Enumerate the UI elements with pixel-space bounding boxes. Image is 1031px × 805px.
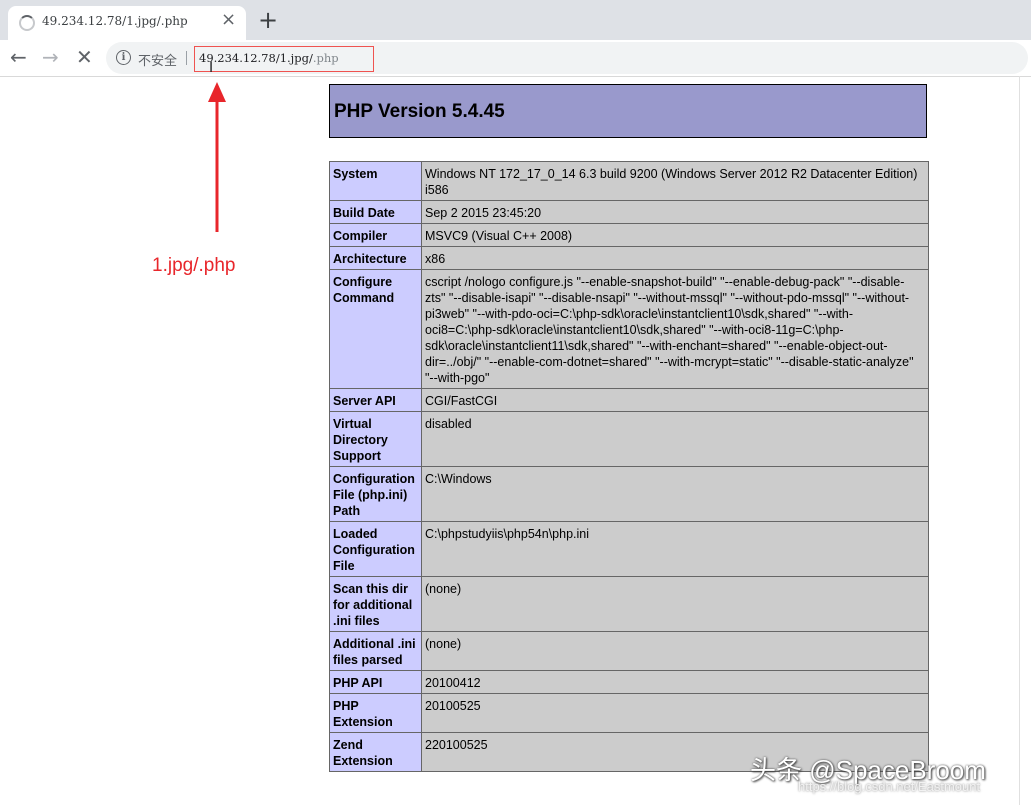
row-key: Compiler xyxy=(329,223,422,247)
table-row: Architecture x86 xyxy=(329,246,929,270)
table-row: Loaded Configuration File C:\phpstudyiis… xyxy=(329,521,929,577)
divider xyxy=(186,51,187,65)
browser-tab[interactable]: 49.234.12.78/1.jpg/.php × xyxy=(8,6,246,40)
row-value: (none) xyxy=(421,576,929,632)
row-key: Server API xyxy=(329,388,422,412)
url-host: 49.234.12.78/1.jpg/ xyxy=(199,51,313,65)
stop-loading-icon[interactable]: ✕ xyxy=(76,45,93,69)
table-row: PHP API 20100412 xyxy=(329,670,929,694)
row-value: 20100412 xyxy=(421,670,929,694)
table-row: System Windows NT 172_17_0_14 6.3 build … xyxy=(329,161,929,201)
row-key: PHP Extension xyxy=(329,693,422,733)
table-row: Additional .ini files parsed (none) xyxy=(329,631,929,671)
table-row: Build Date Sep 2 2015 23:45:20 xyxy=(329,200,929,224)
row-key: Build Date xyxy=(329,200,422,224)
row-value: Sep 2 2015 23:45:20 xyxy=(421,200,929,224)
loading-spinner-icon xyxy=(19,15,35,31)
row-key: Zend Extension xyxy=(329,732,422,772)
browser-toolbar: 49.234.12.78/1.jpg/.php × + ← → ✕ i 不安全 … xyxy=(0,0,1031,77)
security-status[interactable]: 不安全 xyxy=(138,50,177,69)
annotation-label: 1.jpg/.php xyxy=(152,255,236,276)
row-key: Configuration File (php.ini) Path xyxy=(329,466,422,522)
info-icon[interactable]: i xyxy=(116,50,131,65)
row-key: Loaded Configuration File xyxy=(329,521,422,577)
table-row: Virtual Directory Support disabled xyxy=(329,411,929,467)
scrollbar-track[interactable] xyxy=(1019,76,1020,805)
table-row: PHP Extension 20100525 xyxy=(329,693,929,733)
row-value: C:\phpstudyiis\php54n\php.ini xyxy=(421,521,929,577)
row-key: Virtual Directory Support xyxy=(329,411,422,467)
php-version-header: PHP Version 5.4.45 xyxy=(329,84,927,138)
row-key: Additional .ini files parsed xyxy=(329,631,422,671)
watermark-url: https://blog.csdn.net/Eastmount xyxy=(798,779,981,794)
new-tab-icon[interactable]: + xyxy=(258,8,278,32)
php-info-table: System Windows NT 172_17_0_14 6.3 build … xyxy=(329,161,929,772)
back-arrow-icon[interactable]: ← xyxy=(10,45,27,69)
red-arrow-icon xyxy=(208,82,226,232)
row-key: Scan this dir for additional .ini files xyxy=(329,576,422,632)
row-key: System xyxy=(329,161,422,201)
row-value: Windows NT 172_17_0_14 6.3 build 9200 (W… xyxy=(421,161,929,201)
row-value: disabled xyxy=(421,411,929,467)
tab-title: 49.234.12.78/1.jpg/.php xyxy=(42,14,188,28)
text-cursor-icon: I xyxy=(209,60,214,76)
table-row: Scan this dir for additional .ini files … xyxy=(329,576,929,632)
page-title: PHP Version 5.4.45 xyxy=(334,101,505,122)
url-tail: .php xyxy=(312,51,339,65)
url-highlight-box: 49.234.12.78/1.jpg/.php xyxy=(194,46,374,72)
forward-arrow-icon[interactable]: → xyxy=(42,45,59,69)
row-value: 20100525 xyxy=(421,693,929,733)
close-tab-icon[interactable]: × xyxy=(221,10,236,30)
row-key: Architecture xyxy=(329,246,422,270)
address-bar[interactable]: i 不安全 49.234.12.78/1.jpg/.php xyxy=(106,42,1028,74)
row-key: Configure Command xyxy=(329,269,422,389)
row-value: MSVC9 (Visual C++ 2008) xyxy=(421,223,929,247)
row-value: CGI/FastCGI xyxy=(421,388,929,412)
row-key: PHP API xyxy=(329,670,422,694)
table-row: Server API CGI/FastCGI xyxy=(329,388,929,412)
row-value: C:\Windows xyxy=(421,466,929,522)
table-row: Configure Command cscript /nologo config… xyxy=(329,269,929,389)
tab-strip: 49.234.12.78/1.jpg/.php × + xyxy=(0,0,1031,40)
row-value: cscript /nologo configure.js "--enable-s… xyxy=(421,269,929,389)
url-text[interactable]: 49.234.12.78/1.jpg/.php xyxy=(199,51,339,65)
table-row: Compiler MSVC9 (Visual C++ 2008) xyxy=(329,223,929,247)
row-value: (none) xyxy=(421,631,929,671)
table-row: Configuration File (php.ini) Path C:\Win… xyxy=(329,466,929,522)
row-value: x86 xyxy=(421,246,929,270)
